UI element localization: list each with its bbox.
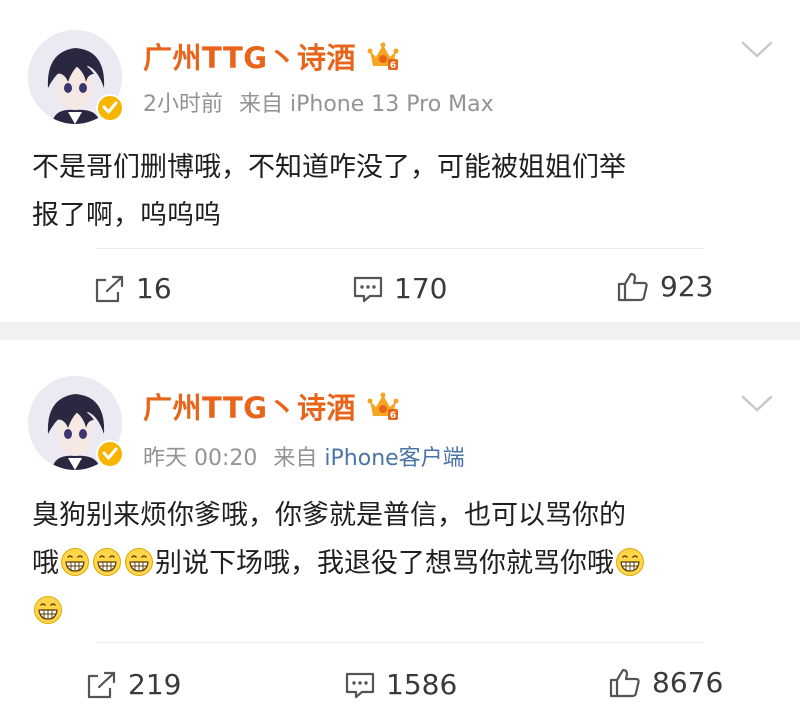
post-text-line: 哦 别说下场哦，我退役了想骂你就骂你哦	[32, 540, 778, 588]
author-name[interactable]: 广州TTG丶诗酒	[143, 385, 356, 427]
repost-count: 16	[136, 272, 172, 305]
source-prefix: 来自	[273, 446, 318, 471]
post-text: 不是哥们删博哦，不知道咋没了，可能被姐姐们举 报了啊，呜呜呜	[32, 144, 778, 240]
author-avatar[interactable]	[28, 376, 124, 470]
post-text-fragment: 别说下场哦，我退役了想骂你就骂你哦	[155, 548, 614, 579]
chevron-down-icon[interactable]	[740, 394, 774, 414]
comment-button[interactable]: 1586	[344, 668, 457, 701]
post-text-line: 臭狗别来烦你爹哦，你爹就是普信，也可以骂你的	[32, 500, 626, 531]
comment-icon	[345, 672, 375, 698]
grin-emoji-icon	[34, 596, 62, 624]
divider	[96, 642, 704, 643]
post-text-line: 不是哥们删博哦，不知道咋没了，可能被姐姐们举	[32, 152, 626, 183]
verified-badge-icon	[96, 94, 124, 122]
repost-button[interactable]: 16	[94, 272, 172, 305]
weibo-post-1: 广州TTG丶诗酒 6 2小时前 来自 iPhone 13 Pro Max 不是哥们…	[0, 0, 800, 322]
author-row: 广州TTG丶诗酒 6	[143, 386, 400, 426]
comment-icon	[353, 276, 383, 302]
post-text-line	[32, 588, 778, 636]
author-row: 广州TTG丶诗酒 6	[143, 36, 400, 76]
grin-emoji-icon	[61, 548, 89, 576]
comment-button[interactable]: 170	[352, 272, 447, 305]
thumbs-up-icon	[609, 668, 640, 697]
weibo-post-2: 广州TTG丶诗酒 6 昨天 00:20 来自 iPhone客户端 臭狗别来烦你爹哦…	[0, 340, 800, 714]
grin-emoji-icon	[93, 548, 121, 576]
vip-crown-icon[interactable]: 6	[366, 39, 400, 73]
thumbs-up-icon	[617, 272, 648, 301]
post-source: iPhone 13 Pro Max	[290, 92, 494, 117]
source-prefix: 来自	[239, 92, 284, 117]
like-button[interactable]: 923	[616, 270, 713, 303]
like-button[interactable]: 8676	[608, 666, 723, 699]
post-text-fragment: 哦	[32, 548, 59, 579]
vip-crown-icon[interactable]: 6	[366, 389, 400, 423]
repost-button[interactable]: 219	[86, 668, 181, 701]
repost-icon	[95, 275, 124, 302]
post-separator	[0, 322, 800, 340]
comment-count: 1586	[386, 668, 458, 701]
svg-text:6: 6	[390, 61, 396, 71]
repost-count: 219	[128, 668, 182, 701]
post-source-link[interactable]: iPhone客户端	[324, 446, 464, 471]
post-text: 臭狗别来烦你爹哦，你爹就是普信，也可以骂你的 哦 别说下场哦，我退役了想骂你就骂你…	[32, 492, 778, 636]
divider	[96, 248, 704, 249]
svg-text:6: 6	[390, 411, 396, 421]
verified-badge-icon	[96, 440, 124, 468]
post-meta: 昨天 00:20 来自 iPhone客户端	[143, 440, 465, 472]
author-avatar[interactable]	[28, 30, 124, 124]
post-text-line: 报了啊，呜呜呜	[32, 200, 221, 231]
grin-emoji-icon	[616, 548, 644, 576]
post-time: 昨天 00:20	[143, 446, 258, 471]
comment-count: 170	[394, 272, 448, 305]
like-count: 8676	[652, 666, 724, 699]
repost-icon	[87, 671, 116, 698]
author-name[interactable]: 广州TTG丶诗酒	[143, 35, 356, 77]
chevron-down-icon[interactable]	[740, 40, 774, 60]
post-time: 2小时前	[143, 92, 223, 117]
grin-emoji-icon	[125, 548, 153, 576]
like-count: 923	[660, 270, 714, 303]
post-meta: 2小时前 来自 iPhone 13 Pro Max	[143, 86, 494, 118]
